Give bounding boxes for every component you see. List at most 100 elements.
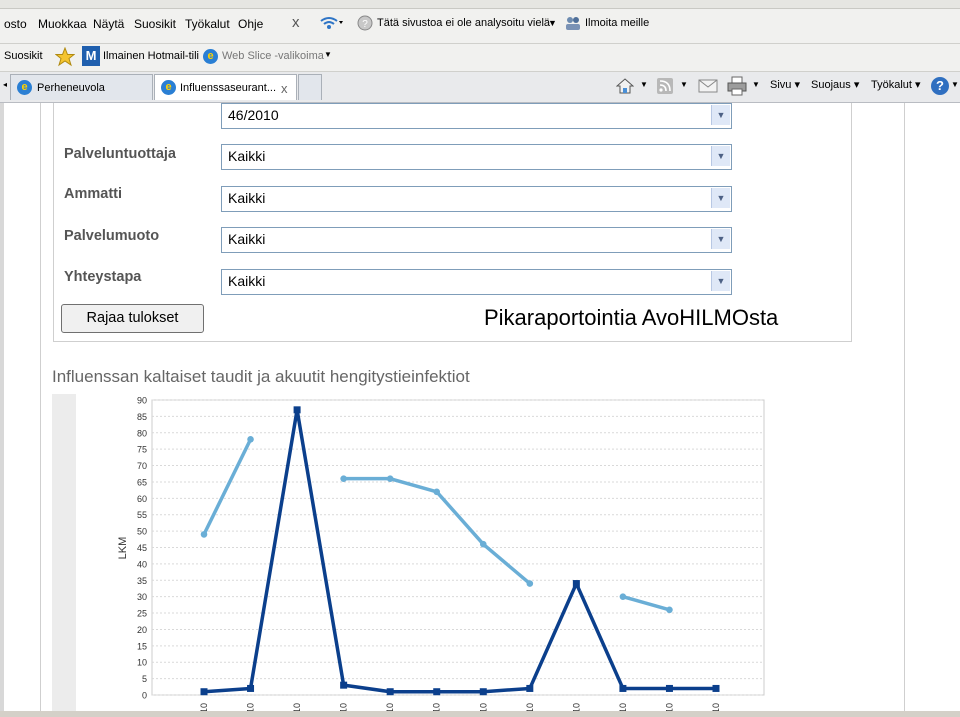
data-point [433,688,441,696]
hotmail-link[interactable]: Ilmainen Hotmail-tili [103,50,199,62]
select-value: Kaikki [228,273,266,289]
menu-edit[interactable]: Muokkaa [38,17,87,31]
close-tab-icon[interactable]: x [281,81,288,96]
y-tick-label: 50 [137,527,147,537]
data-point [247,436,254,443]
data-point [340,681,348,689]
data-point [340,475,347,482]
x-tick-label: 10 [618,703,628,711]
label-palveluntuottaja: Palveluntuottaja [64,146,176,162]
x-tick-label: 10 [432,703,442,711]
page-border-right [904,103,905,711]
y-tick-label: 45 [137,543,147,553]
chevron-down-icon[interactable]: ▼ [324,50,332,59]
select-yhteystapa[interactable]: Kaikki ▼ [221,269,732,295]
select-ammatti[interactable]: Kaikki ▼ [221,186,732,212]
data-point [386,688,394,696]
ie-page-icon: e [161,80,176,95]
left-frame-edge [0,103,4,717]
ie-page-icon: e [17,80,32,95]
chevron-down-icon[interactable]: ▼ [711,146,730,166]
week-select[interactable]: 46/2010 ▼ [221,103,732,129]
chevron-down-icon[interactable]: ▼ [680,80,688,89]
data-point [665,684,673,692]
tab-list-arrow-icon[interactable]: ◂ [3,80,7,89]
new-tab-button[interactable] [298,74,322,100]
tab-label: Influenssaseurant... [180,82,277,94]
report-link[interactable]: Ilmoita meille [585,17,649,29]
data-point [200,531,208,538]
print-icon[interactable] [727,76,747,96]
close-toolbar-button[interactable]: x [292,14,300,31]
tools-menu[interactable]: Työkalut ▾ [871,78,921,91]
data-point [293,406,301,414]
y-tick-label: 75 [137,445,147,455]
chevron-down-icon[interactable]: ▼ [951,80,959,89]
x-tick-label: 10 [478,703,488,711]
safety-menu[interactable]: Suojaus ▾ [811,78,859,91]
select-value: Kaikki [228,190,266,206]
tab-perheneuvola[interactable]: e Perheneuvola [10,74,153,100]
add-favorite-star-icon[interactable] [55,47,75,67]
filter-results-button[interactable]: Rajaa tulokset [61,304,204,333]
y-tick-label: 60 [137,494,147,504]
select-value: Kaikki [228,148,266,164]
menu-help[interactable]: Ohje [238,17,263,31]
home-icon[interactable] [616,77,634,95]
x-tick-label: 10 [246,703,256,711]
chevron-down-icon[interactable]: ▼ [711,188,730,208]
status-bar [0,711,960,717]
label-yhteystapa: Yhteystapa [64,269,142,285]
data-point [712,684,720,692]
select-value: Kaikki [228,231,266,247]
chevron-down-icon[interactable]: ▼ [752,80,760,89]
y-tick-label: 20 [137,625,147,635]
overlay-caption: Pikaraportointia AvoHILMOsta [484,305,779,330]
data-point [619,593,627,600]
select-palvelumuoto[interactable]: Kaikki ▼ [221,227,732,253]
chevron-down-icon[interactable]: ▼ [711,105,730,125]
chevron-down-icon[interactable]: ▼ [711,229,730,249]
select-palveluntuottaja[interactable]: Kaikki ▼ [221,144,732,170]
mail-icon[interactable] [698,78,718,94]
phishing-status[interactable]: Tätä sivustoa ei ole analysoitu vielä [377,17,550,29]
data-point [433,488,441,496]
data-point [572,580,580,588]
label-ammatti: Ammatti [64,186,123,202]
page-border-left [40,103,41,711]
y-tick-label: 80 [137,428,147,438]
chart-title: Influenssan kaltaiset taudit ja akuutit … [52,367,470,386]
y-tick-label: 35 [137,576,147,586]
menu-view[interactable]: Näytä [93,17,124,31]
help-icon[interactable]: ? [931,77,949,95]
chevron-down-icon[interactable]: ▼ [640,80,648,89]
webslice-icon: e [203,49,218,64]
y-tick-label: 85 [137,412,147,422]
y-tick-label: 30 [137,592,147,602]
webslice-link[interactable]: Web Slice -valikoima [222,50,324,62]
y-tick-label: 65 [137,477,147,487]
menu-bar: osto Muokkaa Näytä Suosikit Työkalut Ohj… [0,0,960,44]
y-tick-label: 25 [137,609,147,619]
chevron-down-icon[interactable]: ▼ [548,18,557,28]
y-axis-label: LKM [117,537,129,560]
tab-influenssaseuranta[interactable]: e Influenssaseurant... x [154,74,297,100]
wifi-icon[interactable] [318,15,344,31]
x-tick-label: 10 [339,703,349,711]
page-menu[interactable]: Sivu ▾ [770,78,800,91]
rss-feed-icon[interactable] [656,77,674,95]
y-tick-label: 55 [137,510,147,520]
favorites-button[interactable]: Suosikit [4,50,43,62]
chevron-down-icon[interactable]: ▼ [711,271,730,291]
x-tick-label: 10 [292,703,302,711]
y-tick-label: 40 [137,559,147,569]
svg-text:?: ? [362,19,368,30]
phishing-filter-icon[interactable]: ? [356,14,374,32]
chart-left-band [52,394,76,714]
x-tick-label: 10 [525,703,535,711]
menu-tools[interactable]: Työkalut [185,17,230,31]
users-icon [566,17,580,30]
menu-favorites[interactable]: Suosikit [134,17,176,31]
tab-label: Perheneuvola [37,82,105,94]
menu-file[interactable]: osto [4,17,27,31]
